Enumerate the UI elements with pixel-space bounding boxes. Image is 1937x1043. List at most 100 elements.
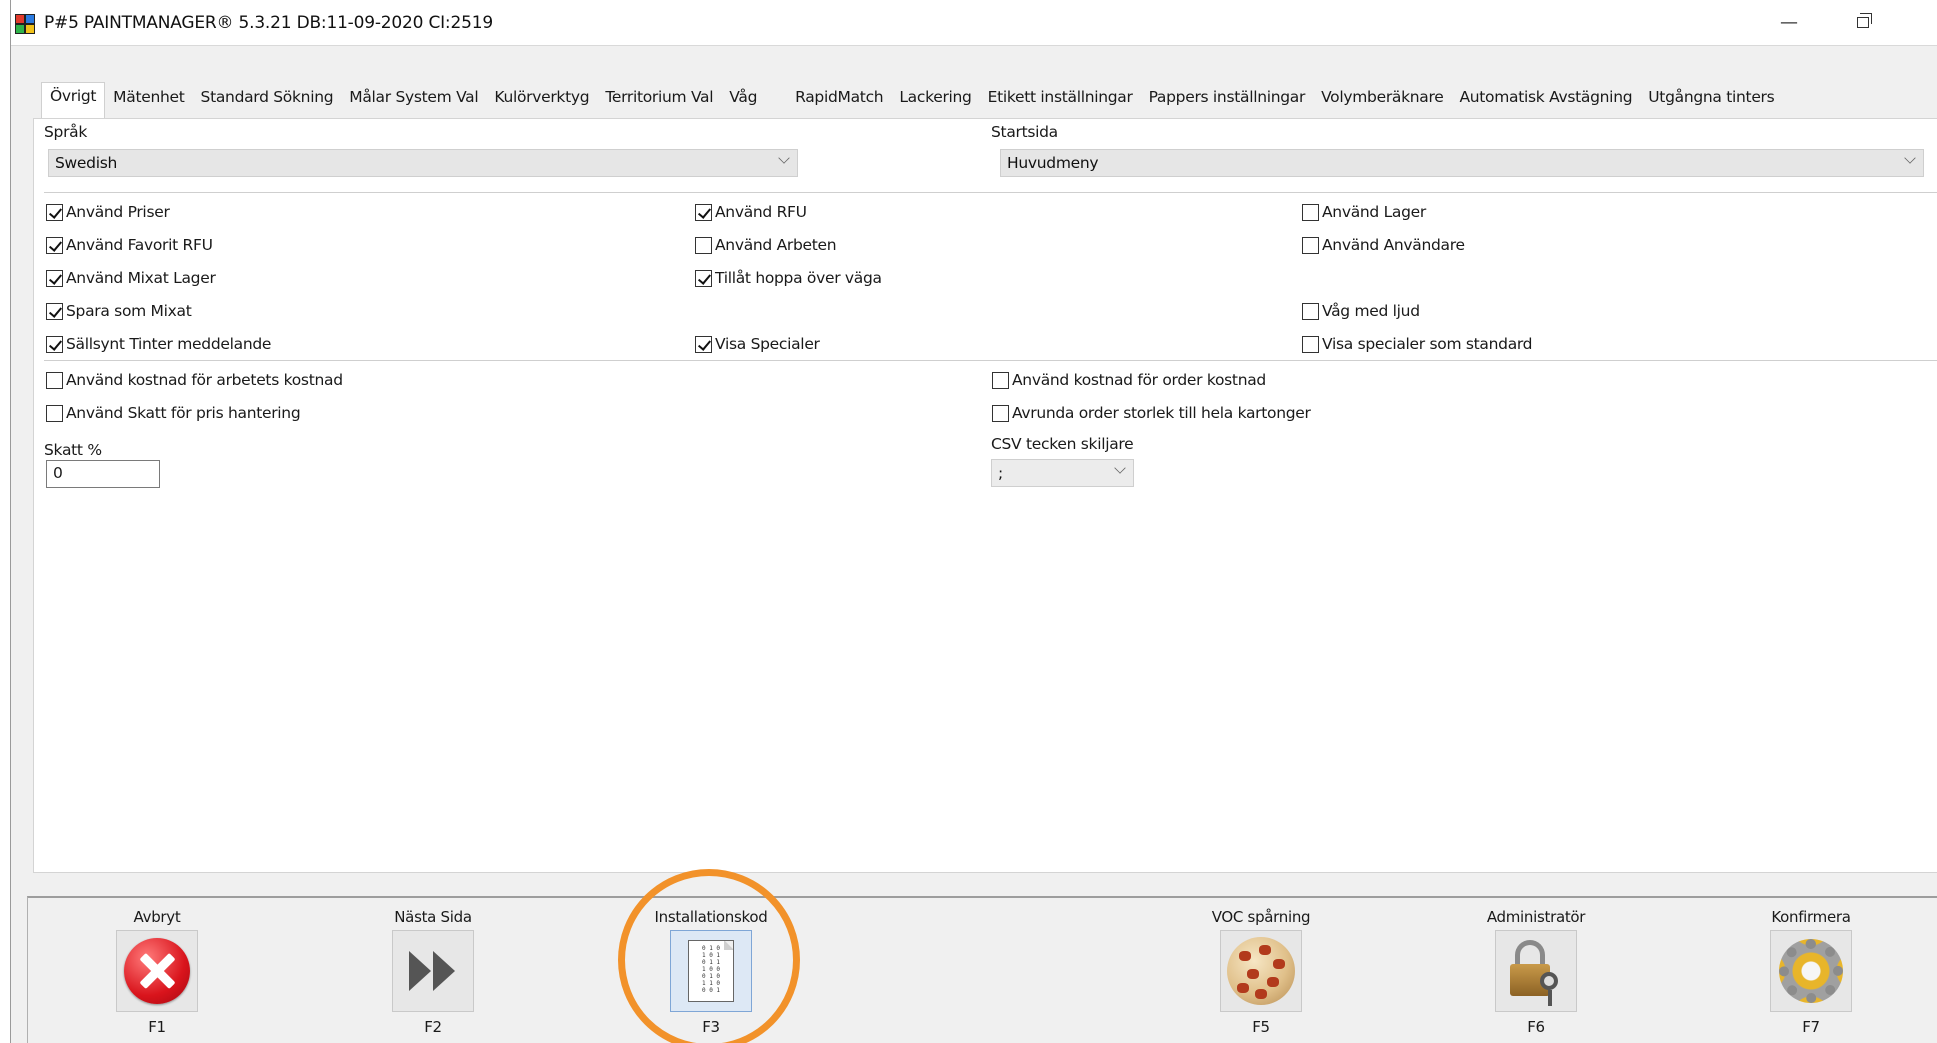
- voc-button[interactable]: [1220, 930, 1302, 1012]
- cancel-shortcut: F1: [148, 1018, 166, 1036]
- tab-automatisk-avstagning[interactable]: Automatisk Avstägning: [1451, 84, 1640, 118]
- checkbox-label: Använd kostnad för order kostnad: [1012, 371, 1266, 389]
- checkbox-label: Visa Specialer: [715, 335, 820, 353]
- csv-separator-value: ;: [998, 464, 1003, 482]
- checkbox-box[interactable]: [46, 203, 63, 221]
- checkbox-use-cost-order[interactable]: Använd kostnad för order kostnad: [992, 371, 1266, 389]
- chevron-down-icon: [778, 152, 790, 164]
- admin-label: Administratör: [1486, 908, 1586, 926]
- tax-input[interactable]: 0: [46, 460, 160, 488]
- checkbox-save-as-mixed[interactable]: Spara som Mixat: [46, 302, 192, 320]
- checkbox-use-jobs[interactable]: Använd Arbeten: [695, 236, 837, 254]
- checkbox-label: Använd kostnad för arbetets kostnad: [66, 371, 343, 389]
- chevron-down-icon: [1904, 152, 1916, 164]
- checkbox-box[interactable]: [695, 269, 712, 287]
- cancel-label: Avbryt: [133, 908, 181, 926]
- checkbox-box[interactable]: [46, 269, 63, 287]
- checkbox-label: Våg med ljud: [1322, 302, 1420, 320]
- tab-volymberaknare[interactable]: Volymberäknare: [1313, 84, 1451, 118]
- confirm-tool: Konfirmera F7: [1731, 908, 1891, 1036]
- settings-tabs: Övrigt Mätenhet Standard Sökning Målar S…: [41, 82, 1782, 118]
- checkbox-box[interactable]: [46, 371, 63, 389]
- csv-separator-select[interactable]: ;: [991, 459, 1134, 487]
- checkbox-label: Avrunda order storlek till hela kartonge…: [1012, 404, 1311, 422]
- checkbox-label: Tillåt hoppa över väga: [715, 269, 882, 287]
- checkbox-use-users[interactable]: Använd Användare: [1302, 236, 1465, 254]
- checkbox-box[interactable]: [46, 404, 63, 422]
- checkbox-label: Använd Mixat Lager: [66, 269, 216, 287]
- checkbox-box[interactable]: [46, 236, 63, 254]
- checkbox-box[interactable]: [992, 371, 1009, 389]
- admin-button[interactable]: [1495, 930, 1577, 1012]
- checkbox-specials-default[interactable]: Visa specialer som standard: [1302, 335, 1533, 353]
- confirm-label: Konfirmera: [1771, 908, 1851, 926]
- tab-rapidmatch[interactable]: RapidMatch: [787, 84, 891, 118]
- install-code-tool: Installationskod 0 1 01 0 10 1 11 0 00 1…: [631, 908, 791, 1036]
- checkbox-box[interactable]: [46, 302, 63, 320]
- checkbox-box[interactable]: [695, 203, 712, 221]
- startpage-select[interactable]: Huvudmeny: [1000, 149, 1924, 177]
- checkbox-box[interactable]: [1302, 335, 1319, 353]
- checkbox-allow-skip-weigh[interactable]: Tillåt hoppa över väga: [695, 269, 882, 287]
- chevron-down-icon: [1114, 462, 1126, 474]
- checkbox-box[interactable]: [695, 236, 712, 254]
- checkbox-use-favorite-rfu[interactable]: Använd Favorit RFU: [46, 236, 213, 254]
- tab-lackering[interactable]: Lackering: [891, 84, 979, 118]
- cancel-tool: Avbryt F1: [77, 908, 237, 1036]
- restore-button[interactable]: [1843, 8, 1883, 38]
- checkbox-box[interactable]: [1302, 302, 1319, 320]
- divider: [44, 192, 1937, 193]
- language-select[interactable]: Swedish: [48, 149, 798, 177]
- checkbox-label: Spara som Mixat: [66, 302, 192, 320]
- next-page-button[interactable]: [392, 930, 474, 1012]
- app-window: P#5 PAINTMANAGER® 5.3.21 DB:11-09-2020 C…: [10, 0, 1937, 1043]
- checkbox-box[interactable]: [46, 335, 63, 353]
- checkbox-use-prices[interactable]: Använd Priser: [46, 203, 170, 221]
- next-page-tool: Nästa Sida F2: [353, 908, 513, 1036]
- checkbox-use-mixed-stock[interactable]: Använd Mixat Lager: [46, 269, 216, 287]
- checkbox-scale-sound[interactable]: Våg med ljud: [1302, 302, 1420, 320]
- tab-standard-sokning[interactable]: Standard Sökning: [193, 84, 342, 118]
- checkbox-use-rfu[interactable]: Använd RFU: [695, 203, 807, 221]
- csv-separator-label: CSV tecken skiljare: [991, 435, 1134, 453]
- tab-ovrigt[interactable]: Övrigt: [41, 82, 106, 118]
- minimize-button[interactable]: —: [1769, 8, 1809, 38]
- checkbox-box[interactable]: [695, 335, 712, 353]
- startpage-value: Huvudmeny: [1007, 154, 1099, 172]
- tab-pappers-installningar[interactable]: Pappers inställningar: [1141, 84, 1314, 118]
- checkbox-use-tax-price[interactable]: Använd Skatt för pris hantering: [46, 404, 301, 422]
- checkbox-box[interactable]: [992, 404, 1009, 422]
- startpage-label: Startsida: [991, 123, 1058, 141]
- checkbox-show-specials[interactable]: Visa Specialer: [695, 335, 820, 353]
- voc-icon: [1227, 937, 1295, 1005]
- checkbox-label: Använd Skatt för pris hantering: [66, 404, 301, 422]
- admin-tool: Administratör F6: [1456, 908, 1616, 1036]
- checkbox-rare-tinter-message[interactable]: Sällsynt Tinter meddelande: [46, 335, 271, 353]
- tab-malar-system-val[interactable]: Målar System Val: [341, 84, 486, 118]
- checkbox-label: Använd RFU: [715, 203, 807, 221]
- install-code-label: Installationskod: [654, 908, 768, 926]
- confirm-button[interactable]: [1770, 930, 1852, 1012]
- checkbox-box[interactable]: [1302, 236, 1319, 254]
- tab-territorium-val[interactable]: Territorium Val: [597, 84, 721, 118]
- tax-label: Skatt %: [44, 441, 102, 459]
- tab-kulorverktyg[interactable]: Kulörverktyg: [486, 84, 597, 118]
- settings-panel: Språk Swedish Startsida Huvudmeny Använd…: [33, 118, 1937, 873]
- title-bar: P#5 PAINTMANAGER® 5.3.21 DB:11-09-2020 C…: [11, 0, 1937, 46]
- next-page-shortcut: F2: [424, 1018, 442, 1036]
- checkbox-use-cost-job[interactable]: Använd kostnad för arbetets kostnad: [46, 371, 343, 389]
- gear-icon: [1779, 939, 1843, 1003]
- checkbox-label: Sällsynt Tinter meddelande: [66, 335, 272, 353]
- tab-etikett-installningar[interactable]: Etikett inställningar: [980, 84, 1141, 118]
- tab-vag[interactable]: Våg: [721, 84, 765, 118]
- checkbox-round-order[interactable]: Avrunda order storlek till hela kartonge…: [992, 404, 1311, 422]
- checkbox-label: Använd Användare: [1322, 236, 1465, 254]
- divider: [44, 360, 1937, 361]
- tab-matenhet[interactable]: Mätenhet: [105, 84, 192, 118]
- tab-utgangna-tinters[interactable]: Utgångna tinters: [1640, 84, 1782, 118]
- checkbox-box[interactable]: [1302, 203, 1319, 221]
- cancel-icon: [124, 938, 190, 1004]
- cancel-button[interactable]: [116, 930, 198, 1012]
- install-code-button[interactable]: 0 1 01 0 10 1 11 0 00 1 01 1 00 0 1: [670, 930, 752, 1012]
- checkbox-use-stock[interactable]: Använd Lager: [1302, 203, 1426, 221]
